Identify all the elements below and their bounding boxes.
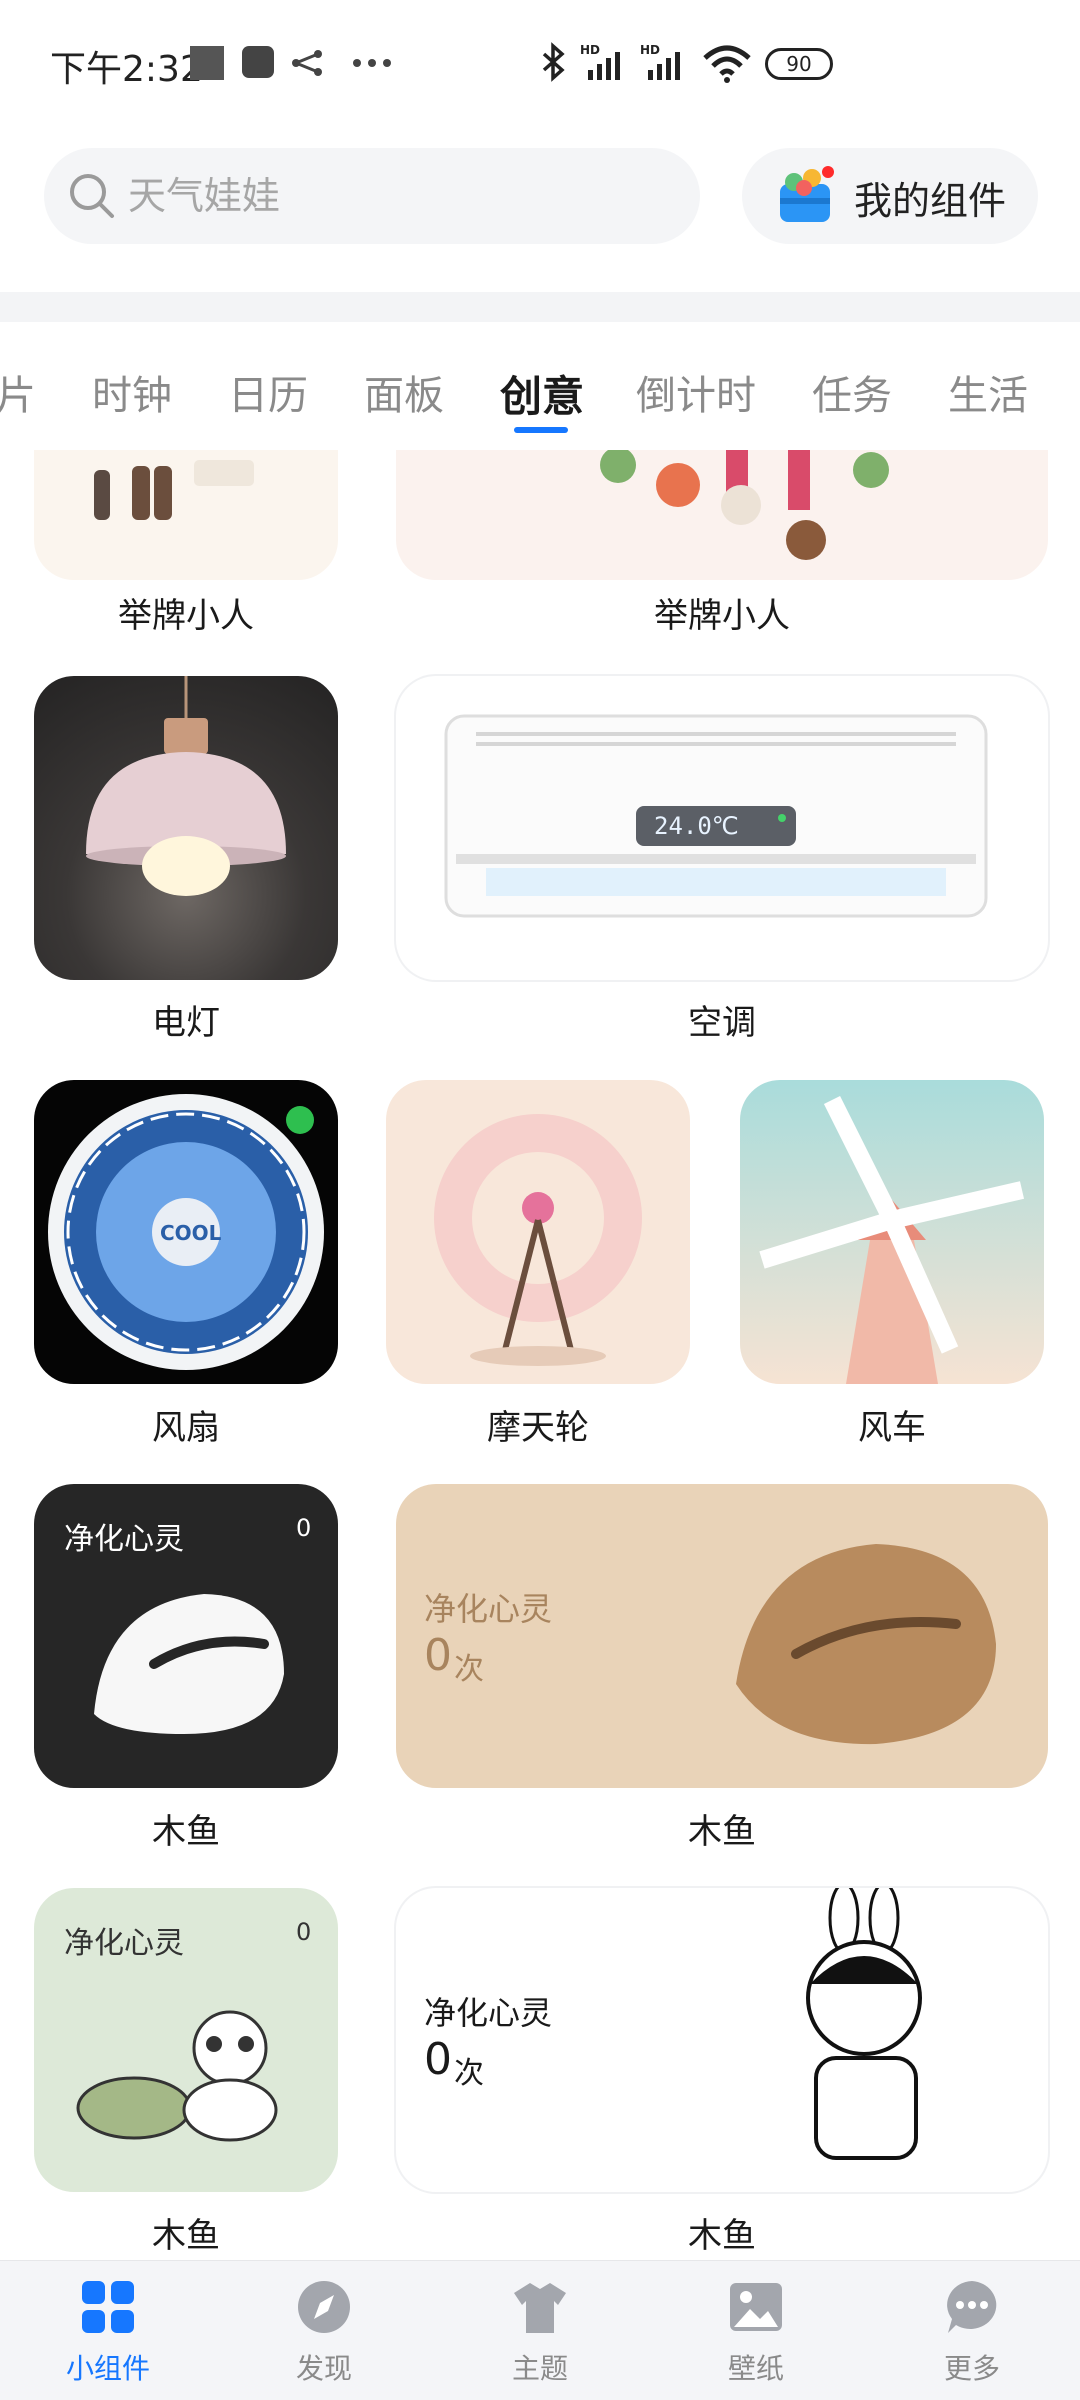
compass-icon [298, 2281, 350, 2333]
sign-group-illustration [600, 450, 889, 560]
fish-dark-label: 木鱼 [152, 1812, 220, 1852]
search-icon [70, 174, 114, 218]
widget-box-icon [780, 166, 834, 222]
tab-clock[interactable]: 时钟 [92, 363, 172, 421]
status-time: 下午2:32 [50, 49, 203, 90]
search-box[interactable] [44, 148, 700, 244]
fish-cartoon-label: 木鱼 [688, 2216, 756, 2256]
wooden-fish-wood-card[interactable]: 净化心灵 0 次 [396, 1484, 1048, 1788]
wooden-fish-dark-card[interactable]: 净化心灵 0 [34, 1484, 338, 1788]
search-input[interactable] [128, 148, 668, 244]
windmill-illustration [759, 1095, 1025, 1384]
tshirt-icon [514, 2283, 566, 2333]
nav-theme-label: 主题 [511, 2352, 568, 2385]
tab-creative[interactable]: 创意 [500, 363, 584, 424]
active-tab-indicator [514, 427, 568, 433]
share-icon [292, 50, 322, 76]
nav-wallpaper-label: 壁纸 [727, 2352, 784, 2385]
wifi-icon [703, 45, 751, 83]
tab-tasks[interactable]: 任务 [812, 363, 892, 421]
my-widgets-label: 我的组件 [854, 179, 1007, 223]
windmill-label: 风车 [858, 1408, 926, 1448]
panda-illustration [76, 2010, 278, 2142]
aircon-card[interactable]: 24.0℃ [396, 676, 1048, 980]
status-bar: 下午2:32 HD HD 90 [0, 0, 1080, 130]
svg-text:HD: HD [640, 43, 660, 57]
fan-label: 风扇 [152, 1408, 220, 1448]
tab-life[interactable]: 生活 [948, 363, 1028, 421]
svg-text:HD: HD [580, 43, 600, 57]
nav-discover[interactable]: 发现 [216, 2261, 432, 2400]
ferris-wheel-card[interactable] [386, 1080, 690, 1384]
more-chat-icon [947, 2281, 997, 2333]
sign-person-illustration [94, 460, 254, 520]
lamp-illustration [86, 676, 286, 896]
ferris-wheel-label: 摩天轮 [487, 1408, 589, 1448]
fan-card[interactable]: COOL [34, 1080, 338, 1384]
fan-hub-text: COOL [160, 1221, 222, 1245]
aircon-display: 24.0℃ [654, 812, 739, 840]
nav-widgets-label: 小组件 [65, 2352, 150, 2385]
more-dots-icon [353, 59, 391, 67]
nav-wallpaper[interactable]: 壁纸 [648, 2261, 864, 2400]
sign-person-card-small[interactable] [34, 450, 338, 580]
wooden-fish-cartoon-card[interactable]: 净化心灵 0 次 [396, 1888, 1048, 2192]
tab-countdown[interactable]: 倒计时 [636, 363, 756, 421]
lamp-label: 电灯 [152, 1003, 220, 1043]
tab-panel[interactable]: 面板 [364, 363, 444, 421]
signal-hd-1-icon: HD [580, 43, 620, 80]
section-divider [0, 292, 1080, 322]
wooden-fish-white-illustration [94, 1594, 284, 1734]
windmill-card[interactable] [740, 1080, 1044, 1384]
sign-person-label-1: 举牌小人 [118, 596, 254, 636]
nav-discover-label: 发现 [295, 2352, 352, 2385]
sign-person-label-2: 举牌小人 [654, 596, 790, 636]
lamp-card[interactable] [34, 676, 338, 980]
my-widgets-button[interactable]: 我的组件 [742, 148, 1038, 244]
cartoon-person-illustration [806, 1888, 922, 2160]
nav-more[interactable]: 更多 [864, 2261, 1080, 2400]
picture-icon [730, 2283, 782, 2331]
category-tabs: 片 时钟 日历 面板 创意 倒计时 任务 生活 [0, 345, 1080, 445]
widgets-icon [82, 2281, 134, 2333]
bluetooth-icon [542, 42, 565, 82]
fish-panda-label: 木鱼 [152, 2216, 220, 2256]
battery-indicator: 90 [765, 48, 833, 80]
tab-calendar[interactable]: 日历 [228, 363, 308, 421]
signal-hd-2-icon: HD [640, 43, 680, 80]
ferris-wheel-illustration [434, 1114, 642, 1366]
tab-photo[interactable]: 片 [0, 363, 36, 421]
nav-more-label: 更多 [943, 2352, 1000, 2385]
wooden-fish-panda-card[interactable]: 净化心灵 0 [34, 1888, 338, 2192]
nav-widgets[interactable]: 小组件 [0, 2261, 216, 2400]
notification-square-icon [190, 46, 224, 80]
nav-theme[interactable]: 主题 [432, 2261, 648, 2400]
wooden-fish-brown-illustration [736, 1544, 996, 1745]
huawei-app-icon [242, 46, 274, 78]
widget-grid: 举牌小人 举牌小人 电灯 24.0℃ 空调 COOL 风扇 摩天轮 风车 净化心… [0, 450, 1080, 2260]
sign-person-card-wide[interactable] [396, 450, 1048, 580]
aircon-label: 空调 [688, 1003, 756, 1043]
bottom-navigation: 小组件 发现 主题 壁纸 更多 [0, 2260, 1080, 2400]
fish-wood-label: 木鱼 [688, 1812, 756, 1852]
